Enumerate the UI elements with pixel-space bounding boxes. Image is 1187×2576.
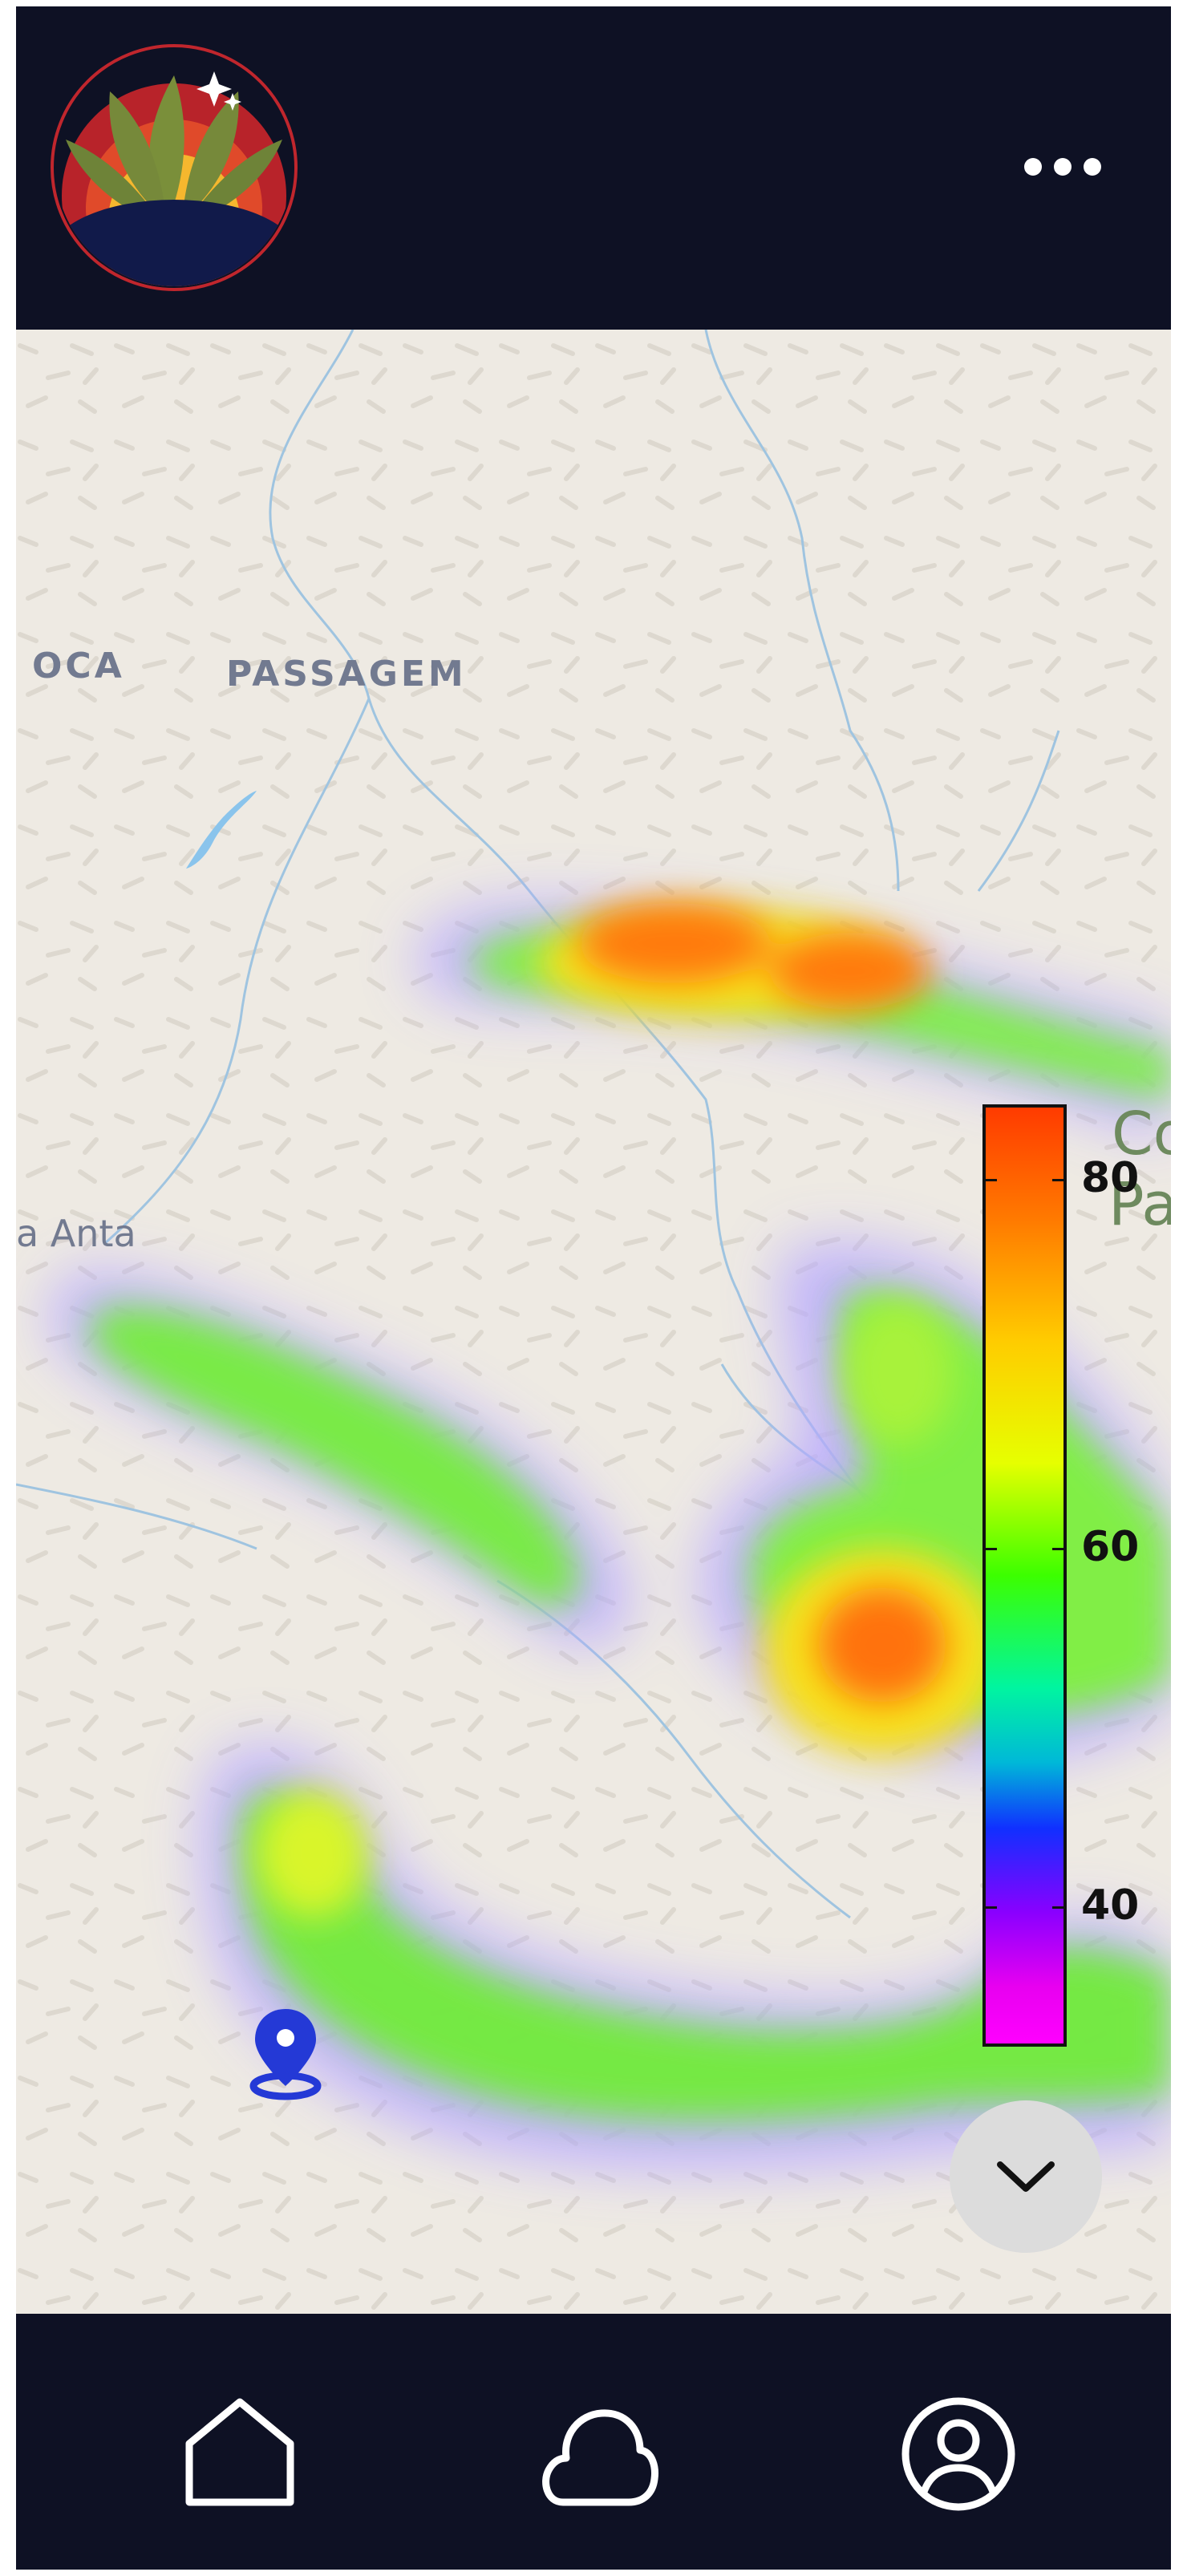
app-frame: OCA PASSAGEM a Anta BOTUVA Co Pa 80 60 4… (16, 6, 1171, 2570)
legend-tick-label: 40 (1081, 1881, 1140, 1930)
sunrise-plant-logo-icon (51, 44, 298, 291)
place-label: a Anta (16, 1212, 136, 1255)
collapse-button[interactable] (950, 2100, 1102, 2253)
user-circle-icon[interactable] (898, 2394, 1019, 2514)
bottom-nav (16, 2314, 1171, 2570)
legend-tick-label: 80 (1081, 1154, 1140, 1202)
home-icon[interactable] (180, 2394, 300, 2514)
cloud-icon[interactable] (539, 2394, 659, 2514)
place-label: BOTUVA (703, 330, 884, 337)
place-label: PASSAGEM (226, 654, 467, 695)
heat-scale-legend (982, 1104, 1067, 2047)
legend-tick-label: 60 (1081, 1523, 1140, 1571)
more-horizontal-icon (1024, 158, 1101, 176)
top-bar (16, 6, 1171, 330)
place-label: OCA (32, 646, 125, 687)
chevron-down-icon (997, 2161, 1055, 2192)
heatmap-map[interactable]: OCA PASSAGEM a Anta BOTUVA Co Pa 80 60 4… (16, 330, 1171, 2314)
more-menu-button[interactable] (1011, 143, 1115, 191)
map-pin-icon[interactable] (249, 2006, 322, 2100)
